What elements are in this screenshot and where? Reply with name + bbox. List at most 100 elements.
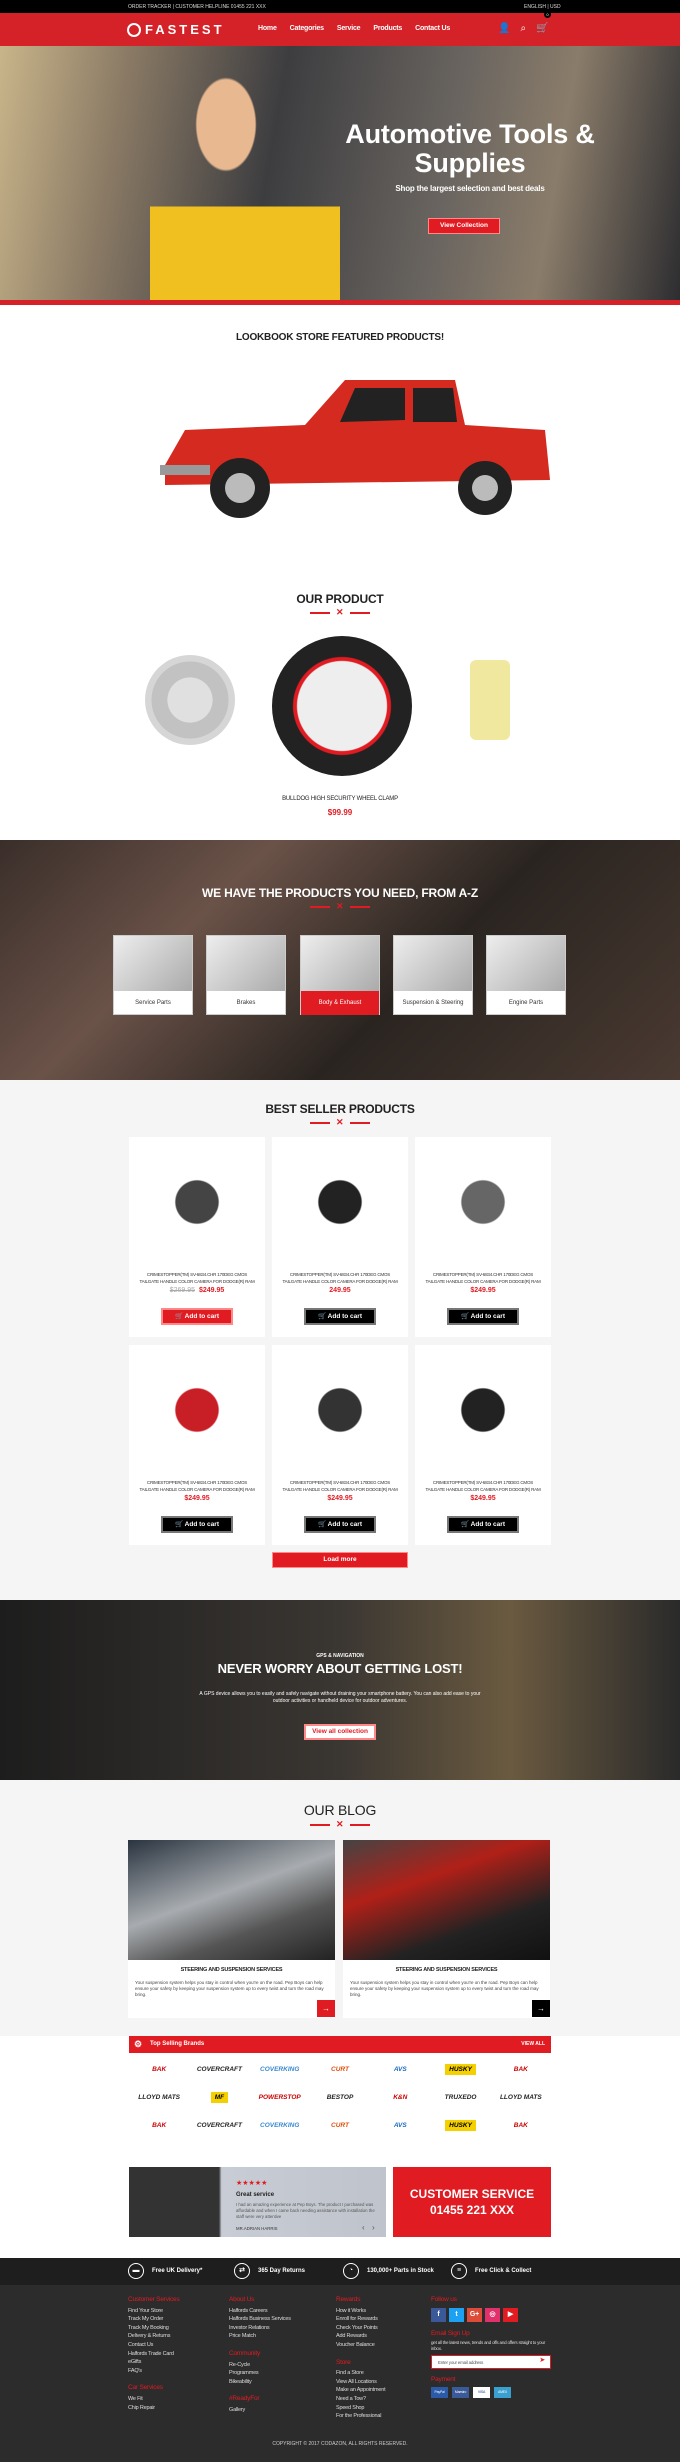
brand-logo[interactable]: POWERSTOP (250, 2086, 310, 2108)
product-card[interactable]: CRIMESTOPPER(TM) SV-6834.CHR 170DEG CMOS… (129, 1345, 265, 1545)
blog-post[interactable]: STEERING AND SUSPENSION SERVICES Your su… (128, 1840, 335, 2018)
footer-link[interactable]: Halfords Trade Card (128, 2350, 180, 2359)
brand-logo[interactable]: TRUXEDO (430, 2086, 490, 2108)
footer-link[interactable]: Track My Booking (128, 2324, 180, 2333)
footer-link[interactable]: Make an Appointment (336, 2386, 386, 2395)
twitter-icon[interactable]: t (449, 2307, 464, 2322)
chevron-right-icon[interactable]: › (372, 2223, 375, 2232)
view-collection-button[interactable]: View Collection (428, 218, 500, 234)
nav-home[interactable]: Home (258, 25, 277, 32)
email-input[interactable]: Enter your email address ➤ (431, 2355, 551, 2370)
footer-link[interactable]: Track My Order (128, 2315, 180, 2324)
brand-logo[interactable]: LLOYD MATS (491, 2086, 551, 2108)
footer-link[interactable]: View All Locations (336, 2378, 385, 2387)
footer-link[interactable]: Find a Store (336, 2369, 385, 2378)
footer-link[interactable]: Find Your Store (128, 2307, 180, 2316)
logo[interactable]: FASTEST (127, 22, 225, 37)
add-to-cart-button[interactable]: 🛒 Add to cart (161, 1308, 233, 1325)
send-icon[interactable]: ➤ (539, 2357, 545, 2366)
brand-logo[interactable]: BESTOP (310, 2086, 370, 2108)
add-to-cart-button[interactable]: 🛒 Add to cart (304, 1516, 376, 1533)
chevron-left-icon[interactable]: ‹ (362, 2223, 365, 2232)
footer-link[interactable]: Halfords Business Services (229, 2315, 291, 2324)
footer-link[interactable]: eGifts (128, 2358, 180, 2367)
search-icon[interactable]: ⌕ (520, 23, 526, 34)
product-card[interactable]: CRIMESTOPPER(TM) SV-6834.CHR 170DEG CMOS… (272, 1137, 408, 1337)
product-name[interactable]: CRIMESTOPPER(TM) SV-6834.CHR 170DEG CMOS… (280, 1271, 400, 1285)
arrow-right-icon[interactable]: → (532, 2000, 550, 2017)
add-to-cart-button[interactable]: 🛒 Add to cart (447, 1308, 519, 1325)
product-name[interactable]: CRIMESTOPPER(TM) SV-6834.CHR 170DEG CMOS… (137, 1271, 257, 1285)
brand-logo[interactable]: BAK (129, 2058, 189, 2080)
brand-logo[interactable]: CURT (310, 2058, 370, 2080)
footer-link[interactable]: Price Match (229, 2332, 291, 2341)
footer-link[interactable]: Need a Tow? (336, 2395, 385, 2404)
brand-logo[interactable]: BAK (491, 2058, 551, 2080)
brand-logo[interactable]: HUSKY (430, 2114, 490, 2136)
blog-post-title[interactable]: STEERING AND SUSPENSION SERVICES (128, 1967, 335, 1973)
product-name[interactable]: CRIMESTOPPER(TM) SV-6834.CHR 170DEG CMOS… (137, 1479, 257, 1493)
product-image[interactable] (292, 1157, 388, 1247)
product-card[interactable]: CRIMESTOPPER(TM) SV-6834.CHR 170DEG CMOS… (272, 1345, 408, 1545)
featured-truck-image[interactable] (155, 370, 555, 530)
youtube-icon[interactable]: ▶ (503, 2307, 518, 2322)
product-name[interactable]: CRIMESTOPPER(TM) SV-6834.CHR 170DEG CMOS… (423, 1479, 543, 1493)
product-name[interactable]: CRIMESTOPPER(TM) SV-6834.CHR 170DEG CMOS… (280, 1479, 400, 1493)
brand-logo[interactable]: BAK (491, 2114, 551, 2136)
footer-link[interactable]: Halfords Careers (229, 2307, 291, 2316)
brand-logo[interactable]: MF (189, 2086, 249, 2108)
footer-link[interactable]: Enroll for Rewards (336, 2315, 385, 2324)
footer-link[interactable]: Add Rewards (336, 2332, 385, 2341)
category-body-exhaust[interactable]: Body & Exhaust (300, 935, 380, 1015)
product-card[interactable]: CRIMESTOPPER(TM) SV-6834.CHR 170DEG CMOS… (415, 1345, 551, 1545)
footer-link[interactable]: Delivery & Returns (128, 2332, 180, 2341)
load-more-button[interactable]: Load more (272, 1552, 408, 1568)
brand-logo[interactable]: AVS (370, 2058, 430, 2080)
category-suspension-steering[interactable]: Suspension & Steering (393, 935, 473, 1015)
footer-link[interactable]: How it Works (336, 2307, 385, 2316)
blog-post-title[interactable]: STEERING AND SUSPENSION SERVICES (343, 1967, 550, 1973)
brand-logo[interactable]: COVERKING (250, 2114, 310, 2136)
brand-logo[interactable]: COVERCRAFT (189, 2114, 249, 2136)
category-brakes[interactable]: Brakes (206, 935, 286, 1015)
brand-logo[interactable]: LLOYD MATS (129, 2086, 189, 2108)
product-image[interactable] (149, 1157, 245, 1247)
footer-link[interactable]: Check Your Points (336, 2324, 385, 2333)
brand-logo[interactable]: COVERKING (250, 2058, 310, 2080)
footer-link[interactable]: Bikeability (229, 2378, 291, 2387)
customer-service-banner[interactable]: CUSTOMER SERVICE 01455 221 XXX (393, 2167, 551, 2237)
product-image[interactable] (435, 1365, 531, 1455)
product-card[interactable]: CRIMESTOPPER(TM) SV-6834.CHR 170DEG CMOS… (129, 1137, 265, 1337)
footer-link[interactable]: Voucher Balance (336, 2341, 385, 2350)
google-plus-icon[interactable]: G+ (467, 2307, 482, 2322)
footer-link[interactable]: Gallery (229, 2406, 291, 2415)
brand-logo[interactable]: BAK (129, 2114, 189, 2136)
footer-link[interactable]: Contact Us (128, 2341, 180, 2350)
footer-link[interactable]: For the Professional (336, 2412, 385, 2421)
top-bar-links[interactable]: ORDER TRACKER | CUSTOMER HELPLINE 01455 … (128, 4, 266, 10)
product-wheel[interactable] (272, 636, 412, 776)
instagram-icon[interactable]: ◎ (485, 2307, 500, 2322)
product-name[interactable]: BULLDOG HIGH SECURITY WHEEL CLAMP (0, 796, 680, 802)
blog-post[interactable]: STEERING AND SUSPENSION SERVICES Your su… (343, 1840, 550, 2018)
nav-contact[interactable]: Contact Us (415, 25, 450, 32)
category-service-parts[interactable]: Service Parts (113, 935, 193, 1015)
footer-link[interactable]: We Fit (128, 2395, 180, 2404)
nav-service[interactable]: Service (337, 25, 361, 32)
product-name[interactable]: CRIMESTOPPER(TM) SV-6834.CHR 170DEG CMOS… (423, 1271, 543, 1285)
brand-logo[interactable]: HUSKY (430, 2058, 490, 2080)
footer-link[interactable]: Speed Shop (336, 2404, 385, 2413)
product-image[interactable] (149, 1365, 245, 1455)
view-all-brands-link[interactable]: VIEW ALL (521, 2041, 545, 2047)
brand-logo[interactable]: K&N (370, 2086, 430, 2108)
footer-link[interactable]: Programmes (229, 2369, 291, 2378)
footer-link[interactable]: Investor Relations (229, 2324, 291, 2333)
nav-products[interactable]: Products (373, 25, 402, 32)
nav-categories[interactable]: Categories (290, 25, 324, 32)
user-icon[interactable]: 👤 (498, 23, 510, 34)
view-all-collection-button[interactable]: View all collection (304, 1724, 376, 1740)
add-to-cart-button[interactable]: 🛒 Add to cart (304, 1308, 376, 1325)
footer-link[interactable]: FAQ's (128, 2367, 180, 2376)
product-image[interactable] (292, 1365, 388, 1455)
cart-icon[interactable]: 🛒 (536, 23, 548, 34)
